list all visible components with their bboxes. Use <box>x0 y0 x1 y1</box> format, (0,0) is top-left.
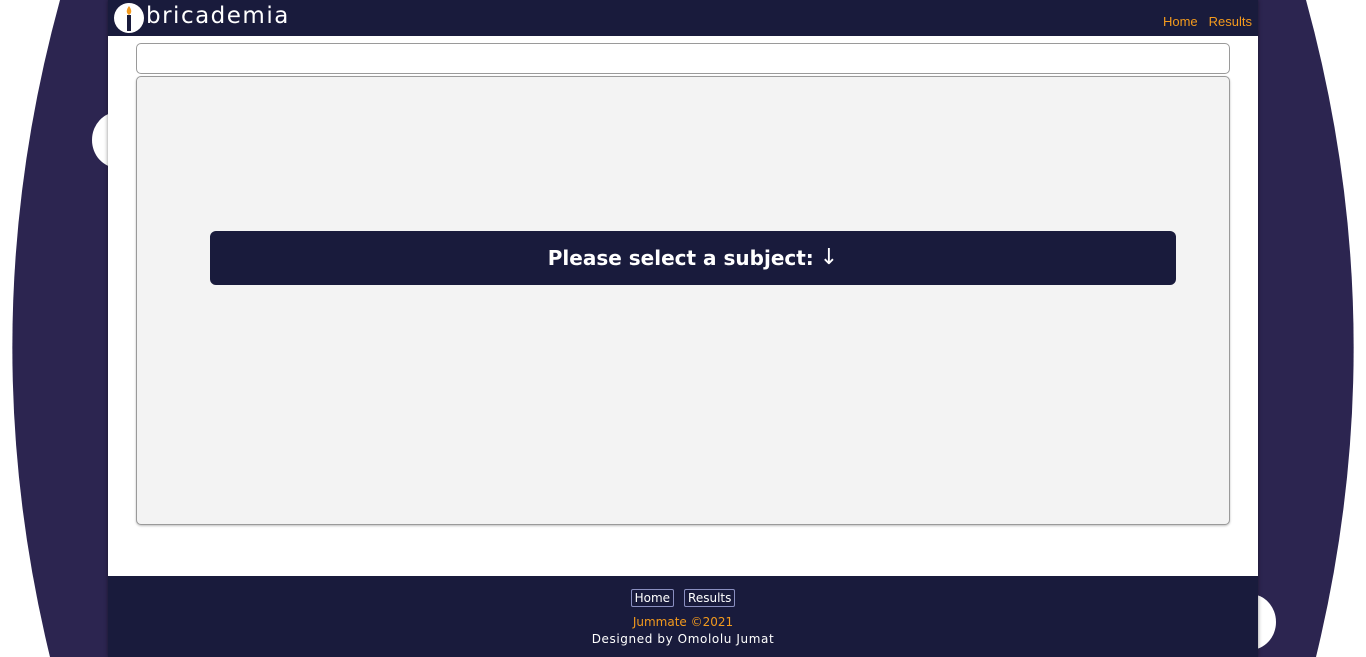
select-subject-prompt: Please select a subject: <box>547 246 814 270</box>
torch-icon <box>114 3 144 33</box>
designer-credit: Designed by Omololu Jumat <box>591 632 775 646</box>
header-nav: Home Results <box>1163 14 1252 29</box>
site-footer: Home Results Jummate ©2021 Designed by O… <box>108 576 1258 657</box>
main-content-panel: Please select a subject: ↓ <box>136 76 1230 525</box>
brand-logo[interactable]: bricademia <box>114 2 290 34</box>
header-nav-home[interactable]: Home <box>1163 14 1198 29</box>
footer-home-button[interactable]: Home <box>630 589 675 607</box>
header-nav-results[interactable]: Results <box>1209 14 1252 29</box>
arrow-down-icon: ↓ <box>819 245 839 270</box>
footer-nav: Home Results <box>108 589 1258 607</box>
subject-selector-bar[interactable] <box>136 43 1230 74</box>
page-container: bricademia Home Results Please select a … <box>108 0 1258 657</box>
site-header: bricademia Home Results <box>108 0 1258 36</box>
copyright-text: Jummate ©2021 <box>632 615 734 629</box>
select-subject-banner: Please select a subject: ↓ <box>210 231 1176 285</box>
brand-name: bricademia <box>146 3 290 29</box>
footer-results-button[interactable]: Results <box>684 589 736 607</box>
